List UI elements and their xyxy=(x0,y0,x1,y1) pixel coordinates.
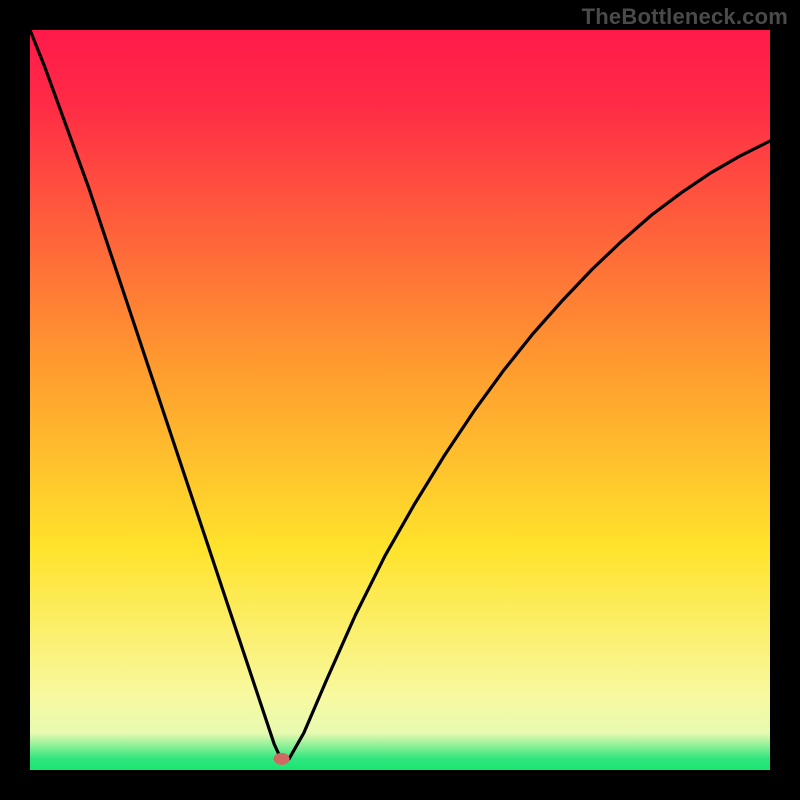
curve-layer xyxy=(30,30,770,770)
optimal-point-marker xyxy=(274,753,290,765)
bottleneck-curve xyxy=(30,30,770,760)
watermark-text: TheBottleneck.com xyxy=(582,4,788,30)
plot-area xyxy=(30,30,770,770)
chart-frame: TheBottleneck.com xyxy=(0,0,800,800)
